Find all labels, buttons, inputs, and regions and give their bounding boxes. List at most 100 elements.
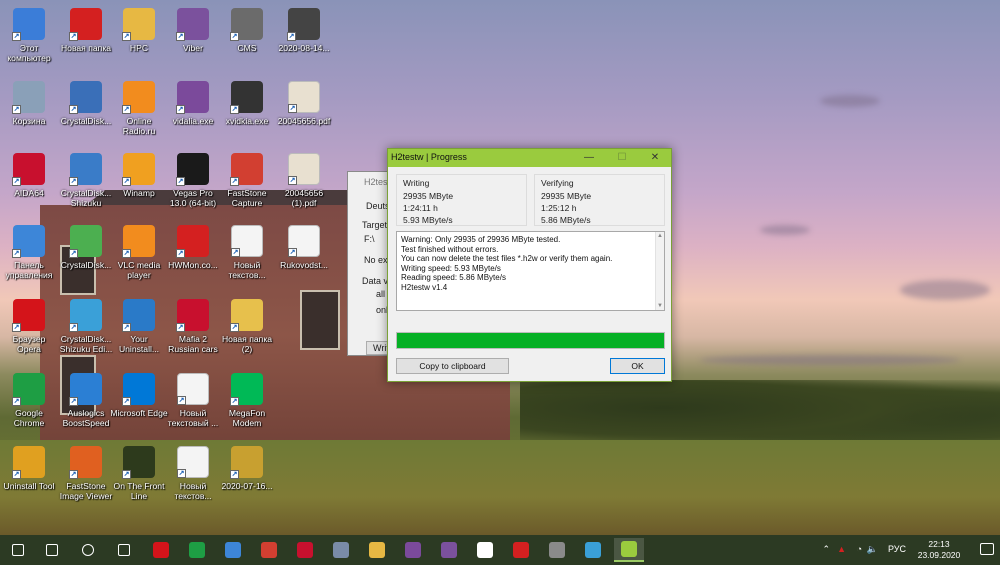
taskbar-aida64-button[interactable] — [290, 538, 320, 562]
vlc-icon: ↗ — [122, 225, 155, 258]
taskbar-opera-button[interactable] — [146, 538, 176, 562]
close-button[interactable]: ✕ — [643, 149, 667, 167]
copy-to-clipboard-button[interactable]: Copy to clipboard — [396, 358, 509, 374]
taskbar-tor-onion-button[interactable] — [398, 538, 428, 562]
desktop-icon[interactable]: ↗ Viber — [164, 5, 222, 77]
desktop-icon[interactable]: ↗ CrystalDisk... — [57, 78, 115, 150]
desktop-icon[interactable]: ↗ Панель управления — [0, 222, 58, 294]
desktop-icon[interactable]: ↗ VLC media player — [110, 222, 168, 294]
desktop-icon[interactable]: ↗ CrystalDisk... Shizuku — [57, 150, 115, 222]
shortcut-arrow-icon: ↗ — [176, 323, 185, 332]
desktop-icon[interactable]: ↗ Google Chrome — [0, 370, 58, 442]
taskbar-windows-start-button[interactable] — [3, 538, 33, 562]
taskbar-task-view-button[interactable] — [109, 538, 139, 562]
desktop-icon[interactable]: ↗ AIDA64 — [0, 150, 58, 222]
dialog-titlebar[interactable]: H2testw | Progress — ☐ ✕ — [388, 149, 671, 167]
desktop-icon[interactable]: ↗ FastStone Capture — [218, 150, 276, 222]
volume-icon[interactable]: 🔈 — [867, 544, 878, 555]
desktop-icon-label: CrystalDisk... Shizuku — [60, 188, 112, 208]
desktop-icon[interactable]: ↗ CrystalDisk... Shizuku Edi... — [57, 296, 115, 368]
desktop-icon[interactable]: ↗ Новая папка — [57, 5, 115, 77]
desktop-icon-label: 2020-07-16... — [221, 481, 273, 491]
log-scrollbar[interactable]: ▲ ▼ — [655, 232, 664, 310]
taskbar-viber-button[interactable] — [434, 538, 464, 562]
desktop-icon[interactable]: ↗ FastStone Image Viewer — [57, 443, 115, 515]
tray-chevron-icon[interactable]: ⌃ — [822, 544, 830, 555]
desktop-icon[interactable]: ↗ MegaFon Modem — [218, 370, 276, 442]
desktop-icon[interactable]: ↗ On The Front Line — [110, 443, 168, 515]
notifications-icon[interactable] — [980, 543, 994, 555]
ok-button[interactable]: OK — [610, 358, 665, 374]
desktop-icon-label: VLC media player — [117, 260, 161, 280]
desktop-icon[interactable]: ↗ CrystalDisk... — [57, 222, 115, 294]
desktop-icon[interactable]: ↗ Your Uninstall... — [110, 296, 168, 368]
scroll-down-icon[interactable]: ▼ — [657, 303, 663, 309]
desktop-icon[interactable]: ↗ Новая папка (2) — [218, 296, 276, 368]
desktop-icon[interactable]: ↗ xvidkia.exe — [218, 78, 276, 150]
desktop-icon[interactable]: ↗ Uninstall Tool — [0, 443, 58, 515]
desktop-icon[interactable]: ↗ Winamp — [110, 150, 168, 222]
taskbar-gear-sun-button[interactable] — [578, 538, 608, 562]
maximize-button[interactable]: ☐ — [610, 149, 634, 167]
mafia-icon: ↗ — [176, 299, 209, 332]
desktop-icon[interactable]: ↗ CMS — [218, 5, 276, 77]
minimize-button[interactable]: — — [577, 149, 601, 167]
verifying-time: 1:25:12 h — [541, 203, 577, 213]
taskbar-hwmonitor-button[interactable] — [506, 538, 536, 562]
desktop-icon[interactable]: ↗ HWMon.co... — [164, 222, 222, 294]
desktop-icon[interactable]: ↗ Новый текстовый ... — [164, 370, 222, 442]
taskbar-disk-button[interactable] — [326, 538, 356, 562]
webcam-icon — [549, 542, 565, 558]
network-icon[interactable]: ◔ — [857, 544, 862, 554]
taskbar: ⌃ ▲ ◔ 🔈 РУС 22:13 23.09.2020 — [0, 535, 1000, 565]
taskbar-cortana-circle-button[interactable] — [73, 538, 103, 562]
shortcut-arrow-icon: ↗ — [122, 323, 131, 332]
desktop-icon[interactable]: ↗ 2020-07-16... — [218, 443, 276, 515]
h2testw-main-title: H2tes — [364, 177, 388, 187]
desktop-icon[interactable]: ↗ Браузер Opera — [0, 296, 58, 368]
desktop-icon-label: CrystalDisk... — [60, 116, 112, 126]
desktop-icon-label: 20045656.pdf — [277, 116, 331, 126]
taskbar-search-button[interactable] — [37, 538, 67, 562]
h2testw-progress-dialog[interactable]: H2testw | Progress — ☐ ✕ Writing 29935 M… — [387, 148, 672, 382]
desktop-icon[interactable]: ↗ Новый текстов... — [218, 222, 276, 294]
shortcut-arrow-icon: ↗ — [12, 323, 21, 332]
desktop-icon[interactable]: ↗ Этот компьютер — [0, 5, 58, 77]
desktop-icon[interactable]: ↗ 20045656.pdf — [275, 78, 333, 150]
input-language[interactable]: РУС — [888, 544, 906, 554]
tray-app-icon[interactable]: ▲ — [837, 544, 846, 554]
taskbar-chrome-button[interactable] — [182, 538, 212, 562]
desktop-icon[interactable]: ↗ Mafia 2 Russian cars — [164, 296, 222, 368]
clock[interactable]: 22:13 23.09.2020 — [914, 539, 964, 561]
desktop-icon[interactable]: ↗ HPC — [110, 5, 168, 77]
desktop-icon[interactable]: ↗ Microsoft Edge — [110, 370, 168, 442]
desktop-icon[interactable]: ↗ Корзина — [0, 78, 58, 150]
log-line: You can now delete the test files *.h2w … — [401, 254, 613, 263]
taskbar-h2testw-button[interactable] — [614, 538, 644, 562]
recycle-bin-icon: ↗ — [12, 81, 45, 114]
desktop-icon[interactable]: ↗ Новый текстов... — [164, 443, 222, 515]
taskbar-globe-button[interactable] — [218, 538, 248, 562]
desktop-icon[interactable]: ↗ Vegas Pro 13.0 (64-bit) — [164, 150, 222, 222]
desktop-icon[interactable]: ↗ Auslogics BoostSpeed — [57, 370, 115, 442]
shortcut-arrow-icon: ↗ — [176, 32, 185, 41]
language-option-deutsch[interactable]: Deuts — [366, 201, 390, 211]
camera-icon: ↗ — [230, 81, 263, 114]
desktop-icon[interactable]: ↗ Online Radio.ru — [110, 78, 168, 150]
desktop-icon[interactable]: ↗ 2020-08-14... — [275, 5, 333, 77]
writing-size: 29935 MByte — [403, 191, 454, 201]
taskbar-webcam-button[interactable] — [542, 538, 572, 562]
desktop-icon[interactable]: ↗ Rukovodst... — [275, 222, 333, 294]
desktop-icon[interactable]: ↗ 20045656 (1).pdf — [275, 150, 333, 222]
desktop-icon-label: FastStone Image Viewer — [59, 481, 113, 501]
taskbar-file-explorer-button[interactable] — [362, 538, 392, 562]
result-log[interactable]: Warning: Only 29935 of 29936 MByte teste… — [396, 231, 665, 311]
desktop-icon[interactable]: ↗ vidalia.exe — [164, 78, 222, 150]
chrome-icon: ↗ — [12, 373, 45, 406]
desktop-icon-label: 20045656 (1).pdf — [284, 188, 324, 208]
scroll-up-icon[interactable]: ▲ — [657, 233, 663, 239]
desktop-icon-label: Панель управления — [5, 260, 53, 280]
taskbar-shield-button[interactable] — [470, 538, 500, 562]
taskbar-faststone-capture-button[interactable] — [254, 538, 284, 562]
document-icon: ↗ — [288, 225, 320, 257]
